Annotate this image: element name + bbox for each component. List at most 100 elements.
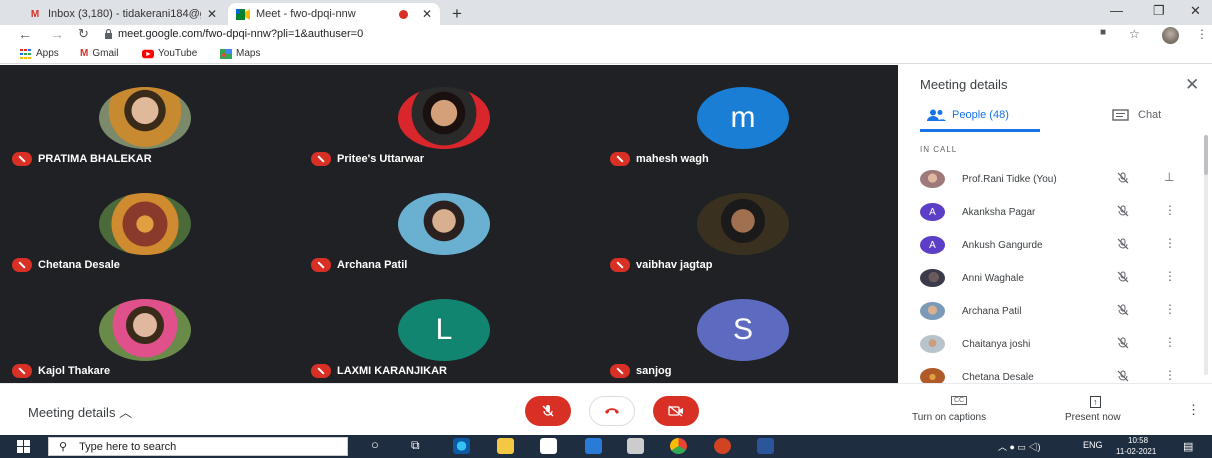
participant-tile[interactable]: vaibhav jagtap [598, 171, 896, 277]
participant-avatar: A [920, 203, 945, 221]
mic-off-icon[interactable] [1117, 271, 1129, 283]
mic-off-icon[interactable] [1117, 304, 1129, 316]
participant-tile[interactable]: PRATIMA BHALEKAR [0, 65, 298, 171]
present-now-button[interactable]: Present now [1065, 412, 1121, 423]
tab-chat[interactable]: Chat [1112, 109, 1161, 121]
participant-list-item[interactable]: Archana Patil ⋮ [920, 298, 1190, 324]
gmail-icon: M [30, 8, 40, 20]
close-tab-icon[interactable]: ✕ [207, 7, 217, 21]
more-options-icon[interactable]: ⋮ [1164, 269, 1176, 283]
participant-name: PRATIMA BHALEKAR [38, 153, 152, 165]
participant-tile[interactable]: L LAXMI KARANJIKAR [299, 277, 597, 383]
close-window-icon[interactable]: ✕ [1190, 3, 1201, 19]
mic-off-icon[interactable] [1117, 205, 1129, 217]
mic-off-icon [610, 152, 630, 166]
scrollbar-thumb[interactable] [1204, 135, 1208, 175]
present-icon[interactable]: ↑ [1090, 396, 1101, 408]
menu-kebab-icon[interactable]: ⋮ [1196, 27, 1208, 41]
participant-avatar [920, 170, 945, 188]
reload-icon[interactable]: ↻ [78, 26, 89, 42]
powerpoint-icon[interactable] [714, 438, 731, 454]
mic-off-icon[interactable] [1117, 337, 1129, 349]
mic-off-icon[interactable] [1117, 172, 1129, 184]
tab-meet[interactable]: Meet - fwo-dpqi-nnw ✕ [228, 3, 440, 25]
forward-icon[interactable]: → [50, 26, 64, 42]
tab-people[interactable]: People (48) [926, 109, 1009, 121]
windows-start-icon[interactable] [17, 440, 30, 453]
mic-off-icon[interactable] [1117, 370, 1129, 382]
url-field[interactable]: meet.google.com/fwo-dpqi-nnw?pli=1&authu… [118, 28, 363, 40]
mic-off-icon [311, 152, 331, 166]
more-options-icon[interactable]: ⋮ [1164, 236, 1176, 250]
bookmark-gmail[interactable]: M Gmail [80, 48, 118, 59]
captions-button[interactable]: Turn on captions [912, 412, 986, 423]
meeting-details-button[interactable]: Meeting details ︿ [28, 402, 132, 421]
participant-list-item[interactable]: A Akanksha Pagar ⋮ [920, 199, 1190, 225]
bookmark-apps[interactable]: Apps [20, 48, 59, 59]
language-indicator[interactable]: ENG [1083, 440, 1103, 450]
cortana-icon[interactable]: ○ [371, 437, 379, 452]
lock-icon [105, 29, 112, 39]
participant-grid: PRATIMA BHALEKAR Pritee's Uttarwar m mah… [0, 65, 898, 383]
tab-strip: M Inbox (3,180) - tidakerani184@g ✕ Meet… [0, 0, 1212, 25]
mic-off-icon [610, 258, 630, 272]
panel-title: Meeting details [920, 77, 1008, 92]
notifications-icon[interactable]: ▤ [1183, 440, 1193, 453]
participant-tile[interactable]: m mahesh wagh [598, 65, 896, 171]
paint-icon[interactable] [627, 438, 644, 454]
store-icon[interactable] [540, 438, 557, 454]
edge-icon[interactable] [453, 438, 470, 454]
close-tab-icon[interactable]: ✕ [422, 7, 432, 21]
file-explorer-icon[interactable] [497, 438, 514, 454]
more-options-icon[interactable]: ⋮ [1164, 368, 1176, 382]
mic-off-icon[interactable] [1117, 238, 1129, 250]
camera-toggle-button[interactable] [653, 396, 699, 426]
bookmark-youtube[interactable]: YouTube [142, 48, 197, 59]
task-view-icon[interactable]: ⧉ [411, 438, 420, 453]
hang-up-icon [605, 408, 619, 414]
bookmark-maps[interactable]: Maps [220, 48, 260, 59]
profile-avatar[interactable] [1162, 27, 1179, 44]
participant-avatar [920, 302, 945, 320]
screen: M Inbox (3,180) - tidakerani184@g ✕ Meet… [0, 0, 1212, 458]
pin-icon[interactable]: ⊥ [1164, 170, 1174, 184]
participant-tile[interactable]: Pritee's Uttarwar [299, 65, 597, 171]
word-icon[interactable] [757, 438, 774, 454]
chrome-icon[interactable] [670, 438, 687, 454]
minimize-icon[interactable]: — [1110, 3, 1123, 18]
meeting-controls: Meeting details ︿ CC Turn on captions ↑ … [0, 383, 1212, 435]
participant-name: Archana Patil [337, 259, 408, 271]
camera-indicator-icon[interactable]: ■ [1100, 27, 1106, 38]
participant-list-item[interactable]: Chaitanya joshi ⋮ [920, 331, 1190, 357]
clock-date[interactable]: 11-02-2021 [1116, 447, 1156, 456]
more-options-icon[interactable]: ⋮ [1187, 402, 1200, 418]
leave-call-button[interactable] [589, 396, 635, 426]
participant-tile[interactable]: Kajol Thakare [0, 277, 298, 383]
restore-icon[interactable]: ❐ [1153, 3, 1165, 19]
captions-icon[interactable]: CC [951, 396, 968, 405]
participant-list-item[interactable]: A Ankush Gangurde ⋮ [920, 232, 1190, 258]
more-options-icon[interactable]: ⋮ [1164, 302, 1176, 316]
new-tab-button[interactable]: + [452, 4, 462, 24]
tab-title: Inbox (3,180) - tidakerani184@g [48, 8, 201, 20]
participant-name: Kajol Thakare [38, 365, 111, 377]
taskbar-search[interactable]: ⚲ Type here to search [48, 437, 348, 456]
mic-off-icon [610, 364, 630, 378]
bookmark-star-icon[interactable]: ☆ [1129, 27, 1140, 41]
back-icon[interactable]: ← [18, 26, 32, 42]
tab-title: Meet - fwo-dpqi-nnw [256, 8, 356, 20]
tray-icons[interactable]: ︿ ● ▭ ◁) [998, 440, 1040, 453]
tab-gmail[interactable]: M Inbox (3,180) - tidakerani184@g ✕ [20, 3, 225, 25]
mic-toggle-button[interactable] [525, 396, 571, 426]
participant-tile[interactable]: Archana Patil [299, 171, 597, 277]
participant-tile[interactable]: Chetana Desale [0, 171, 298, 277]
close-icon[interactable]: ✕ [1185, 75, 1199, 95]
participant-avatar: m [697, 87, 789, 149]
participant-list-item[interactable]: Anni Waghale ⋮ [920, 265, 1190, 291]
more-options-icon[interactable]: ⋮ [1164, 335, 1176, 349]
participant-tile[interactable]: S sanjog [598, 277, 896, 383]
mail-icon[interactable] [585, 438, 602, 454]
clock-time[interactable]: 10:58 [1128, 436, 1148, 445]
more-options-icon[interactable]: ⋮ [1164, 203, 1176, 217]
participant-list-item[interactable]: Prof.Rani Tidke (You) ⊥ [920, 166, 1190, 192]
